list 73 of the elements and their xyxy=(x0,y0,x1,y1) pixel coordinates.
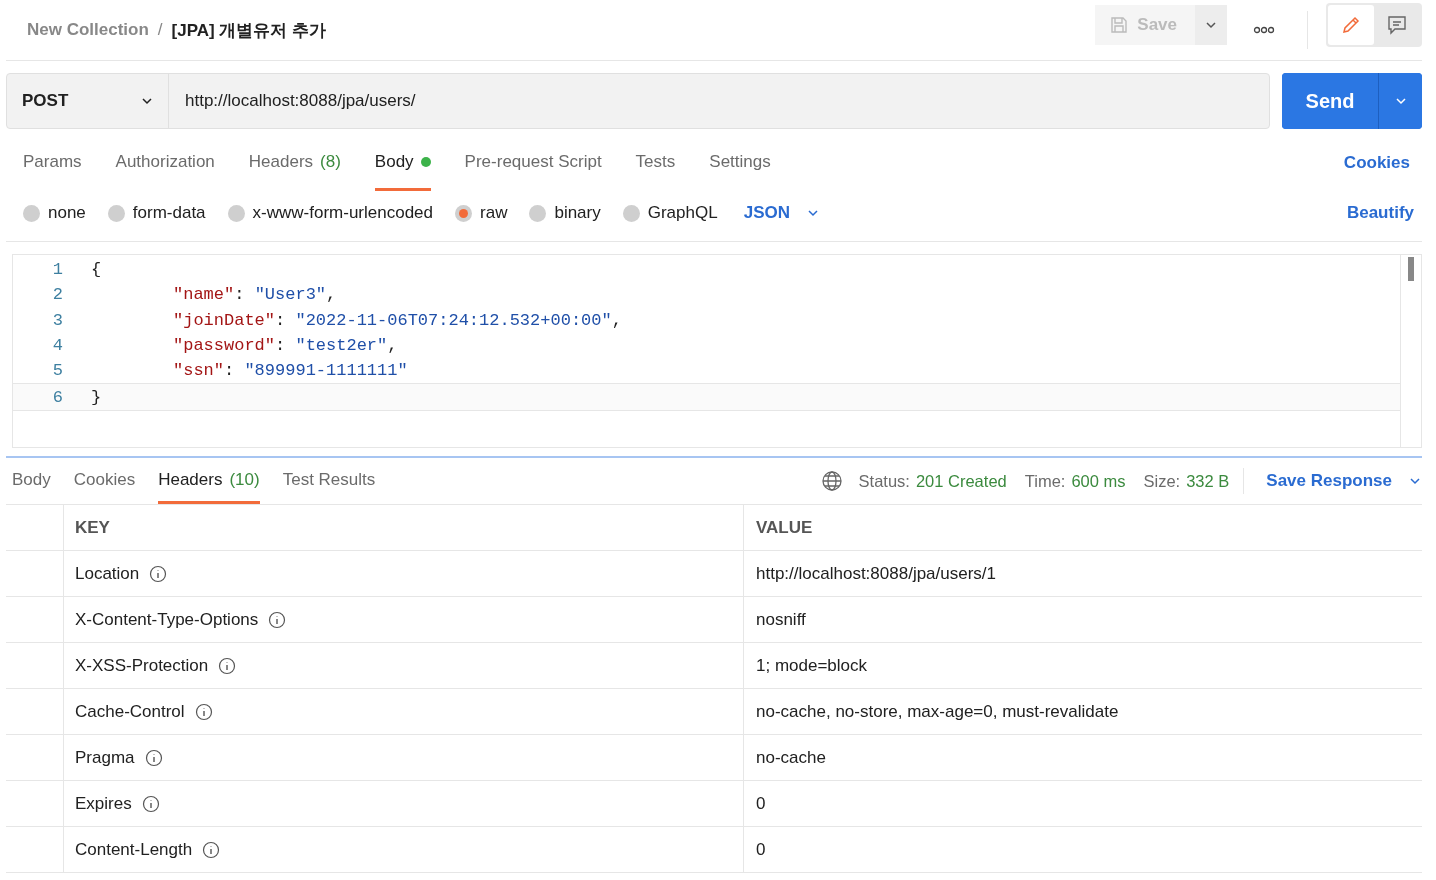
header-value: nosniff xyxy=(744,597,1422,643)
code-line: { xyxy=(91,260,102,280)
header-key: Location xyxy=(75,563,140,584)
header-key: Content-Length xyxy=(75,839,193,860)
header-value: http://localhost:8088/jpa/users/1 xyxy=(744,551,1422,597)
body-mode-radio[interactable]: none xyxy=(23,203,86,223)
comment-icon xyxy=(1386,14,1408,36)
size-label: Size: xyxy=(1143,471,1181,491)
line-number: 6 xyxy=(51,387,63,407)
header-key: X-Content-Type-Options xyxy=(75,609,259,630)
code-line: "ssn": "899991-1111111" xyxy=(91,361,408,381)
header-value: no-cache, no-store, max-age=0, must-revalidate xyxy=(744,689,1422,735)
header-value: no-cache xyxy=(744,735,1422,781)
pencil-icon xyxy=(1340,14,1362,36)
column-header: VALUE xyxy=(744,505,1422,551)
tab[interactable]: Body xyxy=(374,135,431,191)
header-key: X-XSS-Protection xyxy=(75,655,209,676)
header-key: Expires xyxy=(75,793,132,814)
code-line: "password": "test2er", xyxy=(91,336,398,356)
line-number: 4 xyxy=(51,336,63,356)
column-header: KEY xyxy=(6,505,744,551)
body-mode-radio[interactable]: form-data xyxy=(107,203,206,223)
body-mode-radio[interactable]: x-www-form-urlencoded xyxy=(227,203,433,223)
language-dropdown[interactable]: JSON xyxy=(739,203,820,223)
line-number: 1 xyxy=(51,260,63,280)
request-title: [JPA] 개별유저 추가 xyxy=(171,19,327,42)
header-key: Cache-Control xyxy=(75,701,185,722)
info-icon xyxy=(194,702,213,721)
body-mode-radio[interactable]: GraphQL xyxy=(622,203,718,223)
info-icon xyxy=(218,656,237,675)
line-number: 3 xyxy=(51,310,63,330)
edit-button[interactable] xyxy=(1328,5,1374,45)
info-icon xyxy=(202,840,221,859)
status-label: Status: xyxy=(858,471,910,491)
time-value: 600 ms xyxy=(1071,471,1126,491)
more-icon xyxy=(1253,26,1275,34)
code-line: } xyxy=(91,387,102,407)
tab[interactable]: Headers (8) xyxy=(248,135,341,191)
tab[interactable]: Body xyxy=(12,458,51,504)
tab[interactable]: Test Results xyxy=(282,458,376,504)
cookies-link[interactable]: Cookies xyxy=(1343,135,1410,191)
tab[interactable]: Authorization xyxy=(115,135,215,191)
tab[interactable]: Settings xyxy=(709,135,771,191)
breadcrumb-link[interactable]: New Collection xyxy=(27,20,149,40)
tab[interactable]: Params xyxy=(23,135,82,191)
save-response-button[interactable]: Save Response xyxy=(1262,471,1422,491)
header-value: 0 xyxy=(744,827,1422,873)
globe-icon xyxy=(820,470,843,492)
info-icon xyxy=(141,794,160,813)
info-icon xyxy=(268,610,287,629)
body-mode-radio[interactable]: binary xyxy=(529,203,601,223)
line-number: 2 xyxy=(51,285,63,305)
tab[interactable]: Tests xyxy=(635,135,676,191)
breadcrumb-separator: / xyxy=(157,20,163,40)
tab[interactable]: Cookies xyxy=(73,458,136,504)
code-editor[interactable]: 1 { 2 "name": "User3", 3 "joinDate": "2022-11-06T07:24:12.532+00:00", 4 "password": "test2er", 5 "ssn": "899991-1111111" 6 } xyxy=(12,254,1422,448)
header-value: 0 xyxy=(744,781,1422,827)
info-icon xyxy=(144,748,163,767)
send-dropdown-button[interactable] xyxy=(1378,73,1422,129)
code-line: "name": "User3", xyxy=(91,285,337,305)
size-value: 332 B xyxy=(1186,471,1230,491)
header-key: Pragma xyxy=(75,747,135,768)
status-value: 201 Created xyxy=(915,471,1007,491)
beautify-link[interactable]: Beautify xyxy=(1346,203,1414,223)
line-number: 5 xyxy=(51,361,63,381)
time-label: Time: xyxy=(1024,471,1066,491)
save-dropdown-button[interactable] xyxy=(1195,5,1227,45)
header-value: 1; mode=block xyxy=(744,643,1422,689)
scrollbar-thumb[interactable] xyxy=(1408,257,1414,281)
info-icon xyxy=(149,564,168,583)
body-mode-radio[interactable]: raw xyxy=(455,203,508,223)
tab[interactable]: Pre-request Script xyxy=(464,135,602,191)
code-line: "joinDate": "2022-11-06T07:24:12.532+00:00", xyxy=(91,310,622,330)
